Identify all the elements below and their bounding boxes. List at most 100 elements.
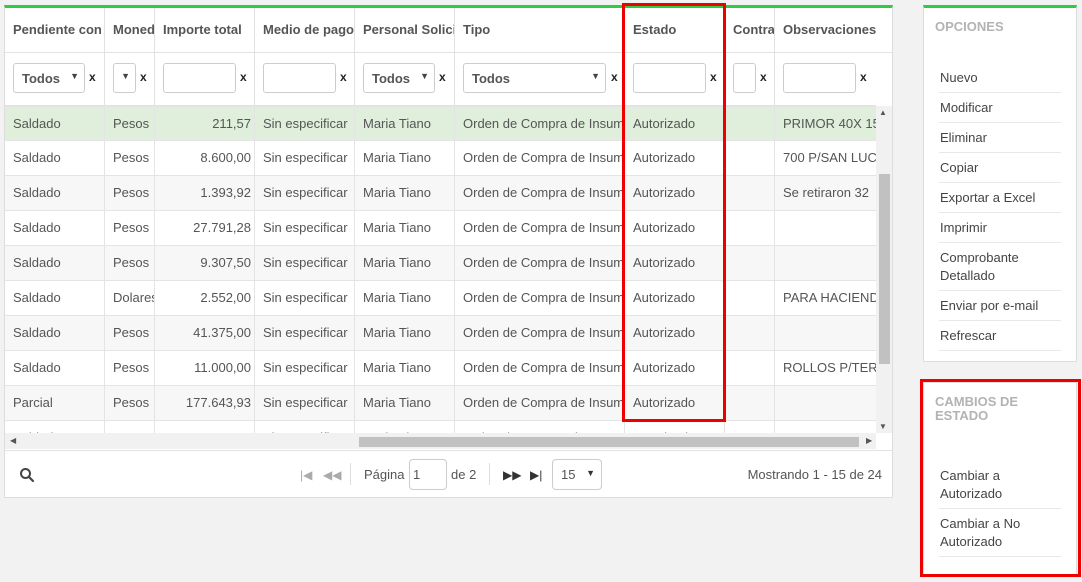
clear-filter-icon[interactable]: x xyxy=(340,70,347,84)
scroll-thumb[interactable] xyxy=(359,437,859,447)
cell-moneda: Dolares xyxy=(105,281,155,315)
horizontal-scrollbar[interactable]: ◀ ▶ xyxy=(5,433,876,449)
scroll-thumb[interactable] xyxy=(879,174,890,364)
table-row[interactable]: Saldado Pesos 1.393,92 Sin especificar Maria… xyxy=(5,176,876,211)
chevron-down-icon: ▼ xyxy=(420,71,429,81)
clear-filter-icon[interactable]: x xyxy=(439,70,446,84)
filter-observaciones-input[interactable] xyxy=(783,63,856,93)
cell-tipo: Orden de Compra de Insumos xyxy=(455,107,625,140)
cell-medio-pago: Sin especificar xyxy=(255,246,355,280)
last-page-icon[interactable]: ▶| xyxy=(530,468,542,482)
menu-item[interactable]: Imprimir xyxy=(939,213,1061,243)
table-row[interactable]: Saldado Pesos 41.375,00 Sin especificar Mari… xyxy=(5,316,876,351)
prev-page-icon[interactable]: ◀◀ xyxy=(323,468,341,482)
cell-estado: Autorizado xyxy=(625,176,725,210)
filter-moneda-select[interactable]: ▼ xyxy=(113,63,136,93)
opciones-menu: Nuevo Modificar Eliminar Copiar Exportar a E… xyxy=(939,63,1061,351)
menu-item[interactable]: Comprobante Detallado xyxy=(939,243,1061,291)
cell-observaciones xyxy=(775,246,876,280)
menu-item[interactable]: Cambiar a No Autorizado xyxy=(939,509,1061,557)
filter-pendiente-select[interactable]: Todos ▼ xyxy=(13,63,85,93)
cell-observaciones xyxy=(775,316,876,350)
clear-filter-icon[interactable]: x xyxy=(140,70,147,84)
menu-item[interactable]: Nuevo xyxy=(939,63,1061,93)
cell-importe: 8.600,00 xyxy=(155,141,255,175)
cell-estado: Autorizado xyxy=(625,141,725,175)
grid-header: Pendiente con Moneda Importe total Medio… xyxy=(5,8,892,53)
clear-filter-icon[interactable]: x xyxy=(240,70,247,84)
table-row[interactable]: Parcial Pesos 177.643,93 Sin especificar Mar… xyxy=(5,386,876,421)
menu-item[interactable]: Refrescar xyxy=(939,321,1061,351)
cell-contrato xyxy=(725,316,775,350)
filter-medio-input[interactable] xyxy=(263,63,336,93)
cell-contrato xyxy=(725,211,775,245)
first-page-icon[interactable]: |◀ xyxy=(300,468,312,482)
menu-item[interactable]: Exportar a Excel xyxy=(939,183,1061,213)
cell-pendiente: Parcial xyxy=(5,386,105,420)
cell-contrato xyxy=(725,421,775,433)
table-row[interactable]: Saldado Pesos 9.307,50 Sin especificar Maria… xyxy=(5,246,876,281)
cell-observaciones xyxy=(775,211,876,245)
col-header-tipo[interactable]: Tipo xyxy=(455,8,625,53)
col-header-moneda[interactable]: Moneda xyxy=(105,8,155,53)
cell-estado: Autorizado xyxy=(625,211,725,245)
cell-importe: 9.307,50 xyxy=(155,246,255,280)
cell-observaciones xyxy=(775,386,876,420)
cell-tipo: Orden de Compra de Insumos xyxy=(455,421,625,433)
page-count: de 2 xyxy=(451,467,477,482)
cell-contrato xyxy=(725,141,775,175)
menu-item[interactable]: Modificar xyxy=(939,93,1061,123)
col-header-medio-pago[interactable]: Medio de pago xyxy=(255,8,355,53)
cell-observaciones: ROLLOS P/TERM xyxy=(783,360,876,375)
table-row[interactable]: SaldadoPesos Sin especificarMaria TianoOr… xyxy=(5,421,876,433)
page-size-select[interactable]: 15 ▼ xyxy=(552,459,602,490)
cell-personal: Maria Tiano xyxy=(355,351,455,385)
col-header-estado[interactable]: Estado xyxy=(625,8,725,53)
cell-tipo: Orden de Compra de Insumos xyxy=(455,281,625,315)
clear-filter-icon[interactable]: x xyxy=(760,70,767,84)
table-row[interactable]: Saldado Pesos 27.791,28 Sin especificar Mari… xyxy=(5,211,876,246)
menu-item[interactable]: Copiar xyxy=(939,153,1061,183)
filter-contrato-input[interactable] xyxy=(733,63,756,93)
filter-personal-select[interactable]: Todos ▼ xyxy=(363,63,435,93)
cell-importe: 41.375,00 xyxy=(155,316,255,350)
filter-importe-input[interactable] xyxy=(163,63,236,93)
search-icon[interactable] xyxy=(19,467,35,483)
cell-contrato xyxy=(725,386,775,420)
scroll-down-icon[interactable]: ▼ xyxy=(879,422,887,431)
table-row[interactable]: Saldado Pesos 11.000,00 Sin especificar Mari… xyxy=(5,351,876,386)
table-row[interactable]: Saldado Dolares 2.552,00 Sin especificar Mar… xyxy=(5,281,876,316)
menu-item[interactable]: Eliminar xyxy=(939,123,1061,153)
menu-item[interactable]: Enviar por e-mail xyxy=(939,291,1061,321)
scroll-right-icon[interactable]: ▶ xyxy=(866,436,872,445)
col-header-personal[interactable]: Personal Solicitante xyxy=(355,8,455,53)
clear-filter-icon[interactable]: x xyxy=(710,70,717,84)
filter-estado-input[interactable] xyxy=(633,63,706,93)
clear-filter-icon[interactable]: x xyxy=(860,70,867,84)
col-header-observaciones[interactable]: Observaciones xyxy=(775,8,892,53)
next-page-icon[interactable]: ▶▶ xyxy=(503,468,521,482)
col-header-importe[interactable]: Importe total xyxy=(155,8,255,53)
table-row[interactable]: Saldado Pesos 211,57 Sin especificar Maria T… xyxy=(5,106,876,141)
cell-pendiente: Saldado xyxy=(5,351,105,385)
cell-personal: Maria Tiano xyxy=(355,107,455,140)
cell-moneda: Pesos xyxy=(105,246,155,280)
cell-medio-pago: Sin especificar xyxy=(255,141,355,175)
scroll-up-icon[interactable]: ▲ xyxy=(879,108,887,117)
menu-item[interactable]: Cambiar a Autorizado xyxy=(939,461,1061,509)
filter-tipo-select[interactable]: Todos ▼ xyxy=(463,63,606,93)
page-input[interactable]: 1 xyxy=(409,459,447,490)
scroll-left-icon[interactable]: ◀ xyxy=(10,436,16,445)
cell-moneda: Pesos xyxy=(105,386,155,420)
clear-filter-icon[interactable]: x xyxy=(89,70,96,84)
vertical-scrollbar[interactable]: ▲ ▼ xyxy=(876,106,892,433)
col-header-pendiente[interactable]: Pendiente con xyxy=(5,8,105,53)
cell-tipo: Orden de Compra de Insumos xyxy=(455,141,625,175)
clear-filter-icon[interactable]: x xyxy=(611,70,618,84)
table-row[interactable]: Saldado Pesos 8.600,00 Sin especificar Maria… xyxy=(5,141,876,176)
cell-contrato xyxy=(725,107,775,140)
filter-row: Todos▼ x ▼ x x x Todos▼ x Todos▼ x x xyxy=(5,53,876,106)
col-header-contrato[interactable]: Contrato xyxy=(725,8,775,53)
cambios-estado-panel: CAMBIOS DE ESTADO Cambiar a Autorizado Ca… xyxy=(923,382,1077,576)
cell-estado: Autorizado xyxy=(625,281,725,315)
